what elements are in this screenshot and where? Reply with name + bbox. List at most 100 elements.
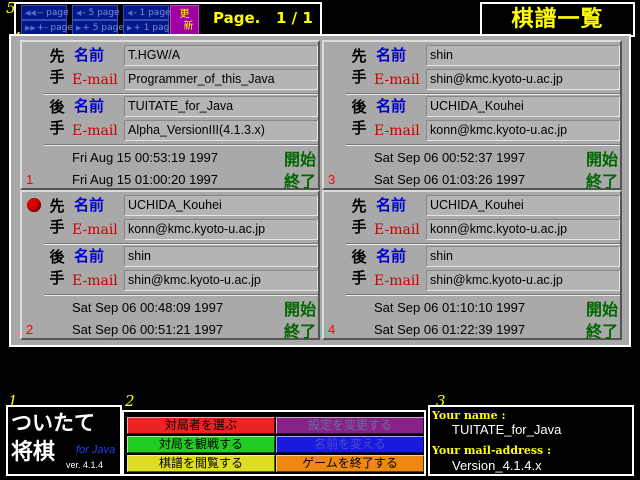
sente-label-char1: 先 bbox=[49, 47, 65, 65]
sente-label-char2: 手 bbox=[351, 218, 367, 236]
game-times: Fri Aug 15 00:53:19 1997 開始 Fri Aug 15 0… bbox=[44, 146, 320, 191]
end-time: Sat Sep 06 00:51:21 1997 bbox=[72, 322, 224, 337]
gote-label: 後 手 bbox=[346, 97, 372, 143]
name-row: 名前 shin bbox=[72, 245, 318, 268]
section-number-2: 2 bbox=[125, 392, 135, 410]
start-label: 開始 bbox=[585, 150, 618, 169]
sente-player-block: 先 手 名前 UCHIDA_Kouhei E-mail konn@kmc.kyo… bbox=[346, 194, 622, 244]
game-number: 3 bbox=[328, 172, 336, 187]
next-5-page-button[interactable]: ▶+ 5 page bbox=[72, 20, 124, 35]
game-number: 2 bbox=[26, 322, 34, 337]
game-record-card[interactable]: 先 手 名前 UCHIDA_Kouhei E-mail konn@kmc.kyo… bbox=[322, 190, 622, 341]
logo-title-line2: 将棋 bbox=[11, 440, 56, 465]
game-number: 1 bbox=[26, 172, 34, 187]
page-title: 棋譜一覧 bbox=[480, 2, 635, 37]
email-label: E-mail bbox=[374, 123, 420, 139]
game-record-card[interactable]: 先 手 名前 T.HGW/A E-mail Programmer_of_this… bbox=[20, 40, 320, 191]
email-row: E-mail Alpha_VersionIII(4.1.3.x) bbox=[72, 119, 318, 142]
player-name-field: shin bbox=[124, 246, 318, 267]
end-label: 終了 bbox=[283, 322, 316, 341]
sente-label-char2: 手 bbox=[49, 68, 65, 86]
player-email-field: konn@kmc.kyoto-u.ac.jp bbox=[426, 219, 620, 240]
sente-player-block: 先 手 名前 UCHIDA_Kouhei E-mail konn@kmc.kyo… bbox=[44, 194, 320, 244]
start-time: Fri Aug 15 00:53:19 1997 bbox=[72, 150, 219, 165]
name-label: 名前 bbox=[376, 196, 407, 214]
gote-label: 後 手 bbox=[44, 97, 70, 143]
sente-label-char1: 先 bbox=[351, 47, 367, 65]
your-mail-label: Your mail-address : bbox=[432, 444, 552, 457]
quit-game-button[interactable]: ゲームを終了する bbox=[276, 455, 424, 472]
gote-label-char2: 手 bbox=[49, 119, 65, 137]
gote-label-char2: 手 bbox=[351, 119, 367, 137]
end-label: 終了 bbox=[585, 172, 618, 191]
player-email-field: konn@kmc.kyoto-u.ac.jp bbox=[124, 219, 318, 240]
logo-for-java: for Java bbox=[76, 444, 116, 456]
player-email-field: konn@kmc.kyoto-u.ac.jp bbox=[426, 120, 620, 141]
game-number: 4 bbox=[328, 322, 336, 337]
email-row: E-mail konn@kmc.kyoto-u.ac.jp bbox=[374, 119, 620, 142]
start-time: Sat Sep 06 00:52:37 1997 bbox=[374, 150, 526, 165]
start-label: 開始 bbox=[283, 300, 316, 319]
email-row: E-mail Programmer_of_this_Java bbox=[72, 68, 318, 91]
name-row: 名前 shin bbox=[374, 44, 620, 67]
game-record-card[interactable]: 先 手 名前 UCHIDA_Kouhei E-mail konn@kmc.kyo… bbox=[20, 190, 320, 341]
email-label: E-mail bbox=[374, 273, 420, 289]
browse-records-button[interactable]: 棋譜を閲覧する bbox=[127, 455, 275, 472]
select-opponent-button[interactable]: 対局者を選ぶ bbox=[127, 417, 275, 434]
player-name-field: UCHIDA_Kouhei bbox=[426, 195, 620, 216]
name-label: 名前 bbox=[74, 247, 105, 265]
change-settings-button[interactable]: 設定を変更する bbox=[276, 417, 424, 434]
start-label: 開始 bbox=[283, 150, 316, 169]
app-logo: ついたて 将棋 for Java ver. 4.1.4 bbox=[6, 405, 122, 476]
logo-title-line1: ついたて bbox=[11, 411, 95, 435]
page-indicator: Page. 1 / 1 bbox=[213, 9, 313, 27]
player-email-field: shin@kmc.kyoto-u.ac.jp bbox=[426, 270, 620, 291]
gote-label-char2: 手 bbox=[351, 269, 367, 287]
start-time: Sat Sep 06 01:10:10 1997 bbox=[374, 300, 526, 315]
gote-label-char2: 手 bbox=[49, 269, 65, 287]
reload-button[interactable]: 更 新 bbox=[170, 5, 199, 35]
player-name-field: shin bbox=[426, 45, 620, 66]
player-email-field: Alpha_VersionIII(4.1.3.x) bbox=[124, 120, 318, 141]
rewind-icon: ◀◀ bbox=[25, 9, 36, 17]
gote-label-char1: 後 bbox=[351, 248, 367, 266]
change-name-button[interactable]: 名前を変える bbox=[276, 436, 424, 453]
prev-5-page-button[interactable]: ◀- 5 page bbox=[72, 5, 120, 20]
sente-label: 先 手 bbox=[44, 46, 70, 92]
name-label: 名前 bbox=[376, 247, 407, 265]
sente-label-char1: 先 bbox=[49, 197, 65, 215]
your-name-value: TUITATE_for_Java bbox=[452, 422, 562, 437]
game-times: Sat Sep 06 00:48:09 1997 開始 Sat Sep 06 0… bbox=[44, 296, 320, 341]
gote-label-char1: 後 bbox=[49, 98, 65, 116]
sente-label: 先 手 bbox=[44, 196, 70, 242]
watch-game-button[interactable]: 対局を観戦する bbox=[127, 436, 275, 453]
start-time: Sat Sep 06 00:48:09 1997 bbox=[72, 300, 224, 315]
player-name-field: TUITATE_for_Java bbox=[124, 96, 318, 117]
name-row: 名前 UCHIDA_Kouhei bbox=[374, 194, 620, 217]
logo-version: ver. 4.1.4 bbox=[66, 460, 104, 470]
game-record-card[interactable]: 先 手 名前 shin E-mail shin@kmc.kyoto-u.ac.j… bbox=[322, 40, 622, 191]
command-panel: 対局者を選ぶ 設定を変更する 対局を観戦する 名前を変える 棋譜を閲覧する ゲー… bbox=[122, 410, 426, 476]
player-email-field: Programmer_of_this_Java bbox=[124, 69, 318, 90]
email-row: E-mail shin@kmc.kyoto-u.ac.jp bbox=[374, 68, 620, 91]
email-label: E-mail bbox=[374, 72, 420, 88]
your-name-label: Your name : bbox=[432, 409, 506, 422]
email-label: E-mail bbox=[72, 222, 118, 238]
name-row: 名前 UCHIDA_Kouhei bbox=[72, 194, 318, 217]
selected-indicator-icon bbox=[27, 198, 41, 212]
sente-label: 先 手 bbox=[346, 46, 372, 92]
email-label: E-mail bbox=[72, 123, 118, 139]
next-1-page-button[interactable]: ▶+ 1 page bbox=[123, 20, 175, 35]
name-row: 名前 T.HGW/A bbox=[72, 44, 318, 67]
name-row: 名前 TUITATE_for_Java bbox=[72, 95, 318, 118]
prev-1-page-button[interactable]: ◀- 1 page bbox=[123, 5, 171, 20]
player-name-field: UCHIDA_Kouhei bbox=[426, 96, 620, 117]
sente-label-char2: 手 bbox=[49, 218, 65, 236]
name-row: 名前 shin bbox=[374, 245, 620, 268]
last-page-button[interactable]: ▶▶+- page bbox=[21, 20, 73, 35]
user-info-panel: Your name : TUITATE_for_Java Your mail-a… bbox=[428, 405, 634, 476]
first-page-button[interactable]: ◀◀-- page bbox=[21, 5, 69, 20]
sente-player-block: 先 手 名前 shin E-mail shin@kmc.kyoto-u.ac.j… bbox=[346, 44, 622, 94]
end-time: Sat Sep 06 01:22:39 1997 bbox=[374, 322, 526, 337]
name-label: 名前 bbox=[376, 97, 407, 115]
